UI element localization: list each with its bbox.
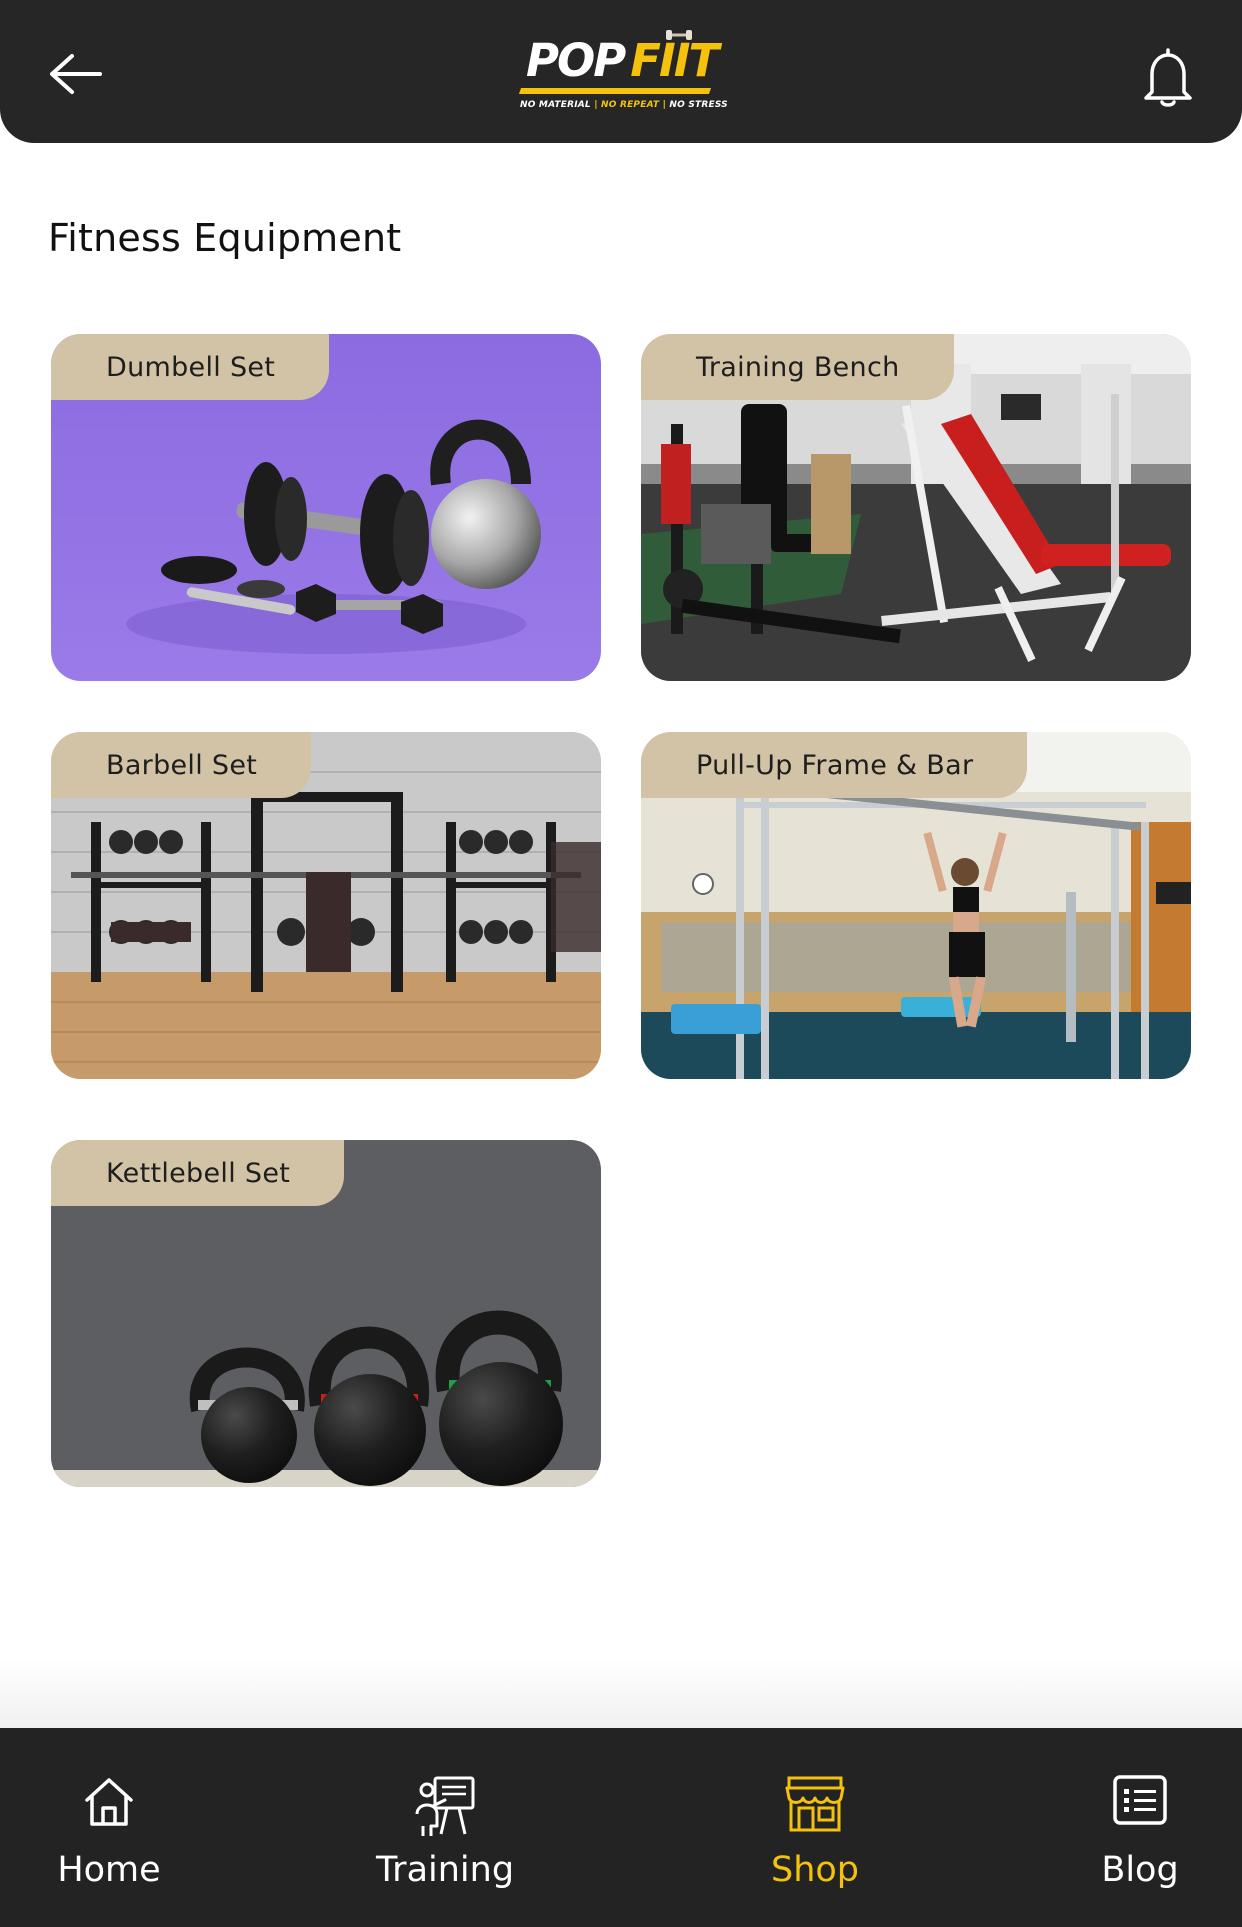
home-icon — [85, 1778, 133, 1826]
logo-fiit-text: FIIT — [630, 34, 719, 87]
nav-item-training[interactable]: Training — [345, 1728, 545, 1927]
bottom-fade — [0, 1660, 1242, 1728]
bottom-navigation: Home Training Shop Blog — [0, 1728, 1242, 1927]
product-card-pull-up-frame-bar[interactable]: Pull-Up Frame & Bar — [641, 732, 1191, 1079]
arrow-left-icon — [50, 54, 102, 94]
product-label: Barbell Set — [51, 732, 312, 798]
product-label: Pull-Up Frame & Bar — [641, 732, 1028, 798]
nav-item-shop[interactable]: Shop — [715, 1728, 915, 1927]
product-card-kettlebell-set[interactable]: Kettlebell Set — [51, 1140, 601, 1487]
product-label: Dumbell Set — [51, 334, 330, 400]
list-icon — [1113, 1775, 1167, 1825]
popfiit-logo: POP FIIT NO MATERIAL | NO REPEAT | NO STR… — [514, 24, 728, 116]
notifications-button[interactable] — [1140, 44, 1196, 110]
nav-label: Training — [375, 1850, 515, 1890]
trainer-board-icon — [415, 1776, 475, 1836]
nav-label: Shop — [770, 1850, 860, 1890]
nav-item-blog[interactable]: Blog — [1040, 1728, 1240, 1927]
product-card-training-bench[interactable]: Training Bench — [641, 334, 1191, 681]
logo-pop-text: POP — [526, 34, 626, 87]
bell-icon — [1144, 48, 1192, 107]
store-icon — [785, 1776, 845, 1832]
app-header: POP FIIT NO MATERIAL | NO REPEAT | NO STR… — [0, 0, 1242, 143]
product-card-barbell-set[interactable]: Barbell Set — [51, 732, 601, 1079]
logo-underline — [518, 88, 712, 94]
page-title: Fitness Equipment — [48, 216, 402, 260]
nav-item-home[interactable]: Home — [9, 1728, 209, 1927]
product-label: Training Bench — [641, 334, 954, 400]
product-card-dumbell-set[interactable]: Dumbell Set — [51, 334, 601, 681]
back-button[interactable] — [46, 48, 106, 100]
logo-tagline: NO MATERIAL | NO REPEAT | NO STRESS — [520, 100, 728, 110]
nav-label: Home — [57, 1850, 161, 1890]
product-label: Kettlebell Set — [51, 1140, 345, 1206]
nav-label: Blog — [1101, 1850, 1179, 1890]
